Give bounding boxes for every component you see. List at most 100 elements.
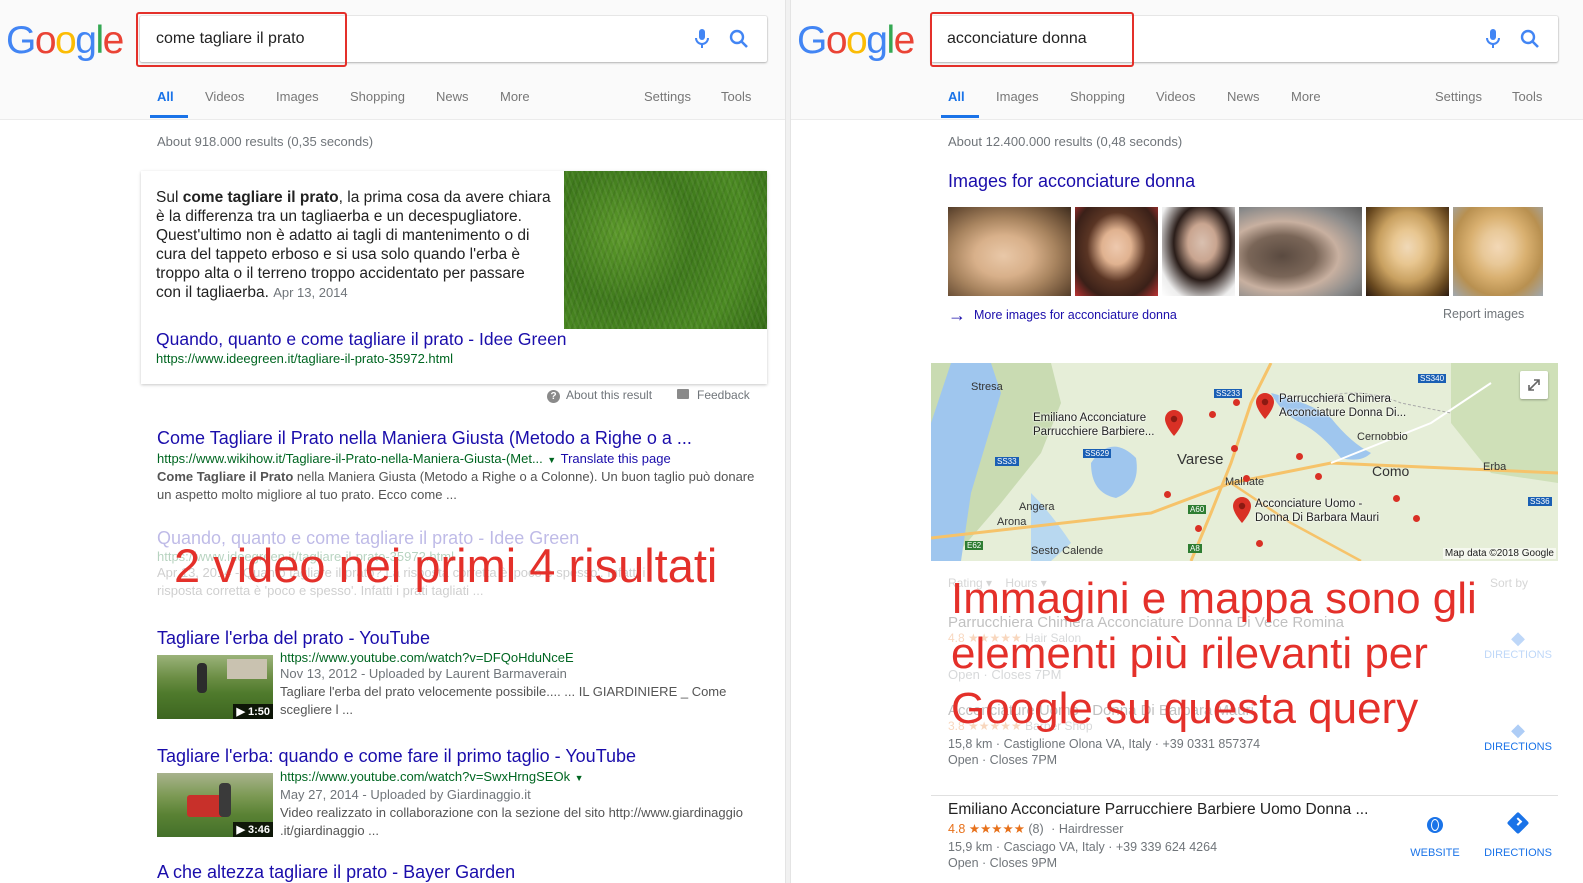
map-pin[interactable] (1165, 410, 1183, 436)
map-result-dot[interactable] (1233, 399, 1240, 406)
microphone-icon[interactable] (1486, 29, 1500, 54)
tab-all[interactable]: All (948, 89, 965, 104)
tab-news[interactable]: News (436, 89, 469, 104)
annotation-line: elementi più rilevanti per (951, 629, 1428, 678)
map-pin-label: Emiliano Acconciature Parrucchiere Barbie… (1033, 411, 1154, 439)
grass-thumbnail-image[interactable] (564, 171, 767, 329)
dropdown-arrow-icon[interactable]: ▼ (575, 773, 584, 783)
tab-images[interactable]: Images (276, 89, 319, 104)
left-search-pane: Google come tagliare il prato All Videos… (0, 0, 787, 883)
feedback-link[interactable]: Feedback (677, 388, 750, 402)
logo-letter: e (893, 19, 916, 62)
video-thumbnail[interactable]: ▶ 3:46 (157, 773, 273, 837)
annotation-line: Google su questa query (951, 684, 1419, 733)
video-thumbnail[interactable]: ▶ 1:50 (157, 655, 273, 719)
result-title[interactable]: A che altezza tagliare il prato - Bayer … (157, 862, 515, 883)
search-icon[interactable] (1520, 29, 1540, 54)
rating-stars: ★★★★★ (968, 822, 1025, 836)
feedback-label: Feedback (697, 388, 750, 402)
website-button[interactable]: WEBSITE (1400, 817, 1470, 859)
snippet-line: nella Maniera Giusta (Metodo a Righe o a… (293, 469, 755, 484)
hairstyle-image[interactable] (1453, 207, 1543, 296)
globe-icon (1427, 817, 1443, 833)
map-place-label: Cernobbio (1357, 431, 1408, 443)
map-result-dot[interactable] (1209, 411, 1216, 418)
result-stats: About 918.000 results (0,35 seconds) (157, 134, 374, 149)
map-result-dot[interactable] (1231, 445, 1238, 452)
map-result-dot[interactable] (1413, 515, 1420, 522)
video-title[interactable]: Tagliare l'erba del prato - YouTube (157, 628, 767, 649)
map-result-dot[interactable] (1243, 475, 1250, 482)
tab-all[interactable]: All (157, 89, 174, 104)
about-this-result-label: About this result (566, 388, 653, 402)
microphone-icon[interactable] (695, 29, 709, 54)
tab-more[interactable]: More (1291, 89, 1321, 104)
map-result-dot[interactable] (1256, 540, 1263, 547)
video-duration-badge: ▶ 3:46 (233, 822, 273, 837)
map-place-label: Stresa (971, 381, 1003, 393)
hairstyle-image[interactable] (1162, 207, 1235, 296)
arrow-right-icon: → (948, 305, 966, 325)
map-result-dot[interactable] (1315, 473, 1322, 480)
map-copyright: Map data ©2018 Google (1442, 548, 1556, 559)
tab-shopping[interactable]: Shopping (1070, 89, 1125, 104)
map-pin-icon (1233, 497, 1251, 523)
hairstyle-image[interactable] (1239, 207, 1362, 296)
video-title[interactable]: Tagliare l'erba: quando e come fare il p… (157, 746, 767, 767)
listing-type: Hairdresser (1058, 822, 1124, 836)
tab-more[interactable]: More (500, 89, 530, 104)
dropdown-arrow-icon[interactable]: ▼ (547, 455, 556, 465)
google-logo[interactable]: Google (797, 19, 916, 63)
tab-videos[interactable]: Videos (205, 89, 245, 104)
tab-settings[interactable]: Settings (644, 89, 691, 104)
local-listing[interactable]: Emiliano Acconciature Parrucchiere Barbi… (948, 801, 1558, 883)
video-duration-badge: ▶ 1:50 (233, 704, 273, 719)
report-images-link[interactable]: Report images (1443, 307, 1524, 321)
pin-label-line: Parrucchiera Chimera (1279, 393, 1391, 405)
tab-news[interactable]: News (1227, 89, 1260, 104)
images-header[interactable]: Images for acconciature donna (948, 171, 1195, 192)
search-icon[interactable] (729, 29, 749, 54)
video-description: Video realizzato in collaborazione con l… (280, 804, 760, 840)
map-pin[interactable] (1233, 497, 1251, 523)
result-title[interactable]: Come Tagliare il Prato nella Maniera Giu… (157, 428, 757, 449)
about-this-result[interactable]: ? About this result (547, 388, 652, 403)
directions-button[interactable]: DIRECTIONS (1478, 811, 1558, 859)
video-description: Tagliare l'erba del prato velocemente po… (280, 683, 760, 719)
map-result-dot[interactable] (1296, 453, 1303, 460)
logo-letter: G (6, 19, 36, 62)
hairstyle-image[interactable] (1366, 207, 1449, 296)
result-snippet: Come Tagliare il Prato nella Maniera Giu… (157, 468, 757, 504)
map-result-dot[interactable] (1195, 525, 1202, 532)
directions-button[interactable]: ◆ DIRECTIONS (1478, 720, 1558, 753)
result-stats: About 12.400.000 results (0,48 seconds) (948, 134, 1183, 149)
map-pin-label: Acconciature Uomo - Donna Di Barbara Maur… (1255, 497, 1379, 525)
map-pin-icon (1165, 410, 1183, 436)
tab-videos[interactable]: Videos (1156, 89, 1196, 104)
video-result: Tagliare l'erba: quando e come fare il p… (157, 746, 767, 838)
google-logo[interactable]: Google (6, 19, 124, 63)
translate-link[interactable]: Translate this page (561, 451, 671, 466)
active-tab-indicator (941, 115, 979, 118)
map-place-label: Arona (997, 516, 1027, 528)
tab-settings[interactable]: Settings (1435, 89, 1482, 104)
query-highlight-box (930, 12, 1134, 67)
directions-button[interactable]: ◆ DIRECTIONS (1478, 628, 1558, 661)
more-images-link[interactable]: → More images for acconciature donna (948, 305, 1177, 326)
map-pin[interactable] (1256, 393, 1274, 419)
pin-label-line: Acconciature Donna Di... (1279, 407, 1407, 419)
featured-result-title[interactable]: Quando, quanto e come tagliare il prato … (156, 329, 567, 350)
filter-sort[interactable]: Sort by (1490, 576, 1528, 590)
tab-tools[interactable]: Tools (1512, 89, 1542, 104)
tab-tools[interactable]: Tools (721, 89, 751, 104)
map-result-dot[interactable] (1393, 495, 1400, 502)
map-canvas (931, 363, 1558, 561)
tab-images[interactable]: Images (996, 89, 1039, 104)
map-result-dot[interactable] (1164, 491, 1171, 498)
hairstyle-image[interactable] (1075, 207, 1158, 296)
tab-shopping[interactable]: Shopping (350, 89, 405, 104)
hairstyle-image[interactable] (948, 207, 1071, 296)
local-map[interactable]: Stresa Varese Como Cernobbio Erba Angera… (931, 363, 1558, 561)
map-place-label: Sesto Calende (1031, 545, 1104, 557)
expand-map-button[interactable] (1520, 371, 1548, 399)
